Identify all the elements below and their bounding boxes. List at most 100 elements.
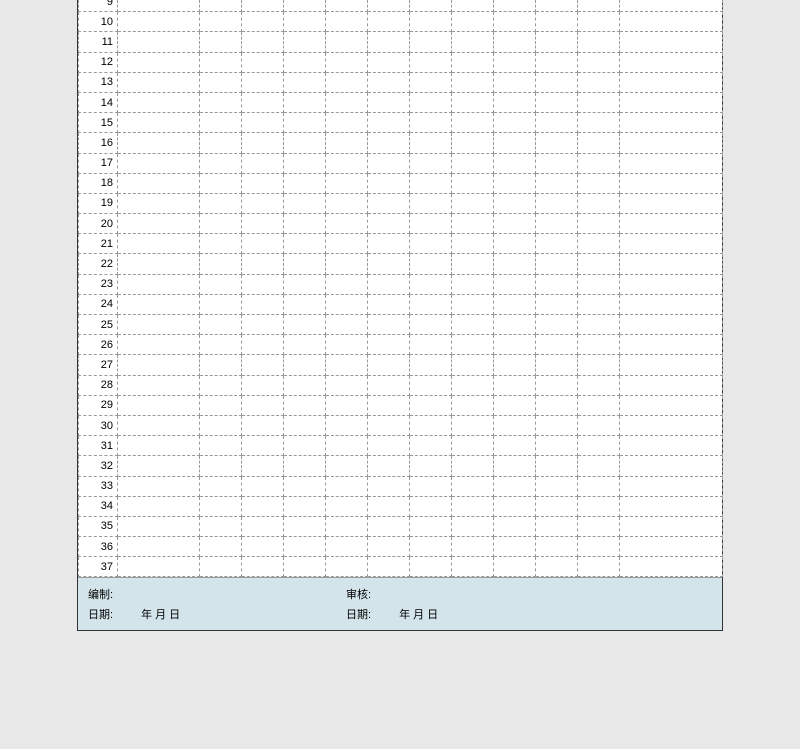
data-cell (326, 234, 368, 254)
data-cell (494, 496, 536, 516)
row-number-cell: 26 (79, 335, 118, 355)
data-cell (410, 113, 452, 133)
data-cell (410, 254, 452, 274)
data-cell (242, 496, 284, 516)
data-cell (200, 516, 242, 536)
table-row: 10 (79, 12, 723, 32)
data-cell (578, 436, 620, 456)
data-cell (536, 234, 578, 254)
data-cell (242, 52, 284, 72)
data-cell (118, 516, 200, 536)
data-cell (452, 173, 494, 193)
data-cell (118, 395, 200, 415)
data-cell (284, 133, 326, 153)
data-cell (410, 32, 452, 52)
data-cell (284, 52, 326, 72)
data-cell (326, 294, 368, 314)
row-number-cell: 31 (79, 436, 118, 456)
data-cell (118, 557, 200, 577)
data-cell (410, 456, 452, 476)
data-cell (620, 476, 723, 496)
data-cell (578, 214, 620, 234)
data-cell (284, 234, 326, 254)
data-cell (578, 72, 620, 92)
data-cell (118, 254, 200, 274)
data-cell (368, 234, 410, 254)
data-cell (494, 254, 536, 274)
data-cell (620, 274, 723, 294)
data-cell (494, 516, 536, 536)
data-cell (410, 476, 452, 496)
data-cell (494, 214, 536, 234)
data-cell (368, 193, 410, 213)
data-cell (200, 173, 242, 193)
data-cell (242, 415, 284, 435)
row-number-cell: 10 (79, 12, 118, 32)
data-cell (494, 537, 536, 557)
data-cell (118, 52, 200, 72)
table-row: 27 (79, 355, 723, 375)
data-cell (536, 193, 578, 213)
data-cell (452, 133, 494, 153)
data-cell (410, 436, 452, 456)
row-number-cell: 35 (79, 516, 118, 536)
data-cell (368, 355, 410, 375)
footer-left-date-row: 日期: 年 月 日 (88, 606, 346, 622)
data-cell (494, 274, 536, 294)
data-cell (536, 274, 578, 294)
row-number-cell: 23 (79, 274, 118, 294)
row-number-cell: 22 (79, 254, 118, 274)
data-cell (452, 315, 494, 335)
table-row: 17 (79, 153, 723, 173)
table-row: 35 (79, 516, 723, 536)
data-cell (326, 52, 368, 72)
data-cell (368, 456, 410, 476)
data-cell (620, 92, 723, 112)
data-cell (410, 335, 452, 355)
data-cell (284, 557, 326, 577)
table-row: 20 (79, 214, 723, 234)
data-table: 9101112131415161718192021222324252627282… (78, 0, 723, 577)
data-cell (326, 537, 368, 557)
data-cell (118, 72, 200, 92)
row-number-cell: 18 (79, 173, 118, 193)
data-cell (494, 395, 536, 415)
data-cell (410, 133, 452, 153)
data-cell (578, 274, 620, 294)
table-row: 28 (79, 375, 723, 395)
data-cell (200, 436, 242, 456)
data-cell (452, 456, 494, 476)
data-cell (494, 193, 536, 213)
data-cell (242, 32, 284, 52)
data-cell (494, 557, 536, 577)
data-cell (200, 415, 242, 435)
data-cell (578, 335, 620, 355)
data-cell (494, 0, 536, 12)
data-cell (368, 254, 410, 274)
row-number-cell: 20 (79, 214, 118, 234)
data-cell (578, 496, 620, 516)
data-cell (452, 516, 494, 536)
data-cell (536, 32, 578, 52)
data-cell (326, 456, 368, 476)
data-cell (494, 456, 536, 476)
data-cell (578, 476, 620, 496)
data-cell (200, 294, 242, 314)
data-cell (620, 496, 723, 516)
data-cell (536, 355, 578, 375)
data-cell (536, 476, 578, 496)
row-number-cell: 37 (79, 557, 118, 577)
data-cell (410, 496, 452, 516)
data-cell (410, 395, 452, 415)
data-cell (368, 52, 410, 72)
data-cell (620, 52, 723, 72)
data-cell (284, 335, 326, 355)
data-cell (200, 254, 242, 274)
footer-right: 审核: 日期: 年 月 日 (346, 586, 438, 622)
data-cell (578, 557, 620, 577)
row-number-cell: 9 (79, 0, 118, 12)
data-cell (242, 557, 284, 577)
data-cell (200, 12, 242, 32)
data-cell (620, 375, 723, 395)
date-label-right: 日期: (346, 606, 371, 622)
